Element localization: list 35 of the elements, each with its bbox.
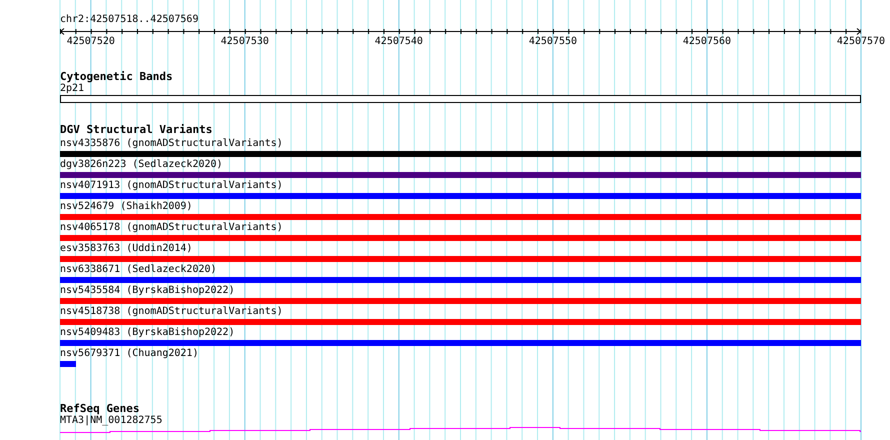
gene-model-drawing[interactable] — [60, 427, 861, 433]
gene-label: MTA3|NM_001282755 — [60, 415, 164, 426]
variant-bar[interactable] — [60, 235, 861, 241]
variant-bar[interactable] — [60, 340, 861, 346]
track-title: DGV Structural Variants — [60, 124, 214, 136]
variant-label: nsv5409483 (ByrskaBishop2022) — [60, 327, 236, 338]
ruler-tick-label: 42507540 — [374, 36, 423, 48]
track-title: Cytogenetic Bands — [60, 71, 174, 83]
variant-bar[interactable] — [60, 361, 76, 367]
variant-label: nsv4518738 (gnomADStructuralVariants) — [60, 306, 284, 317]
variant-label: nsv524679 (Shaikh2009) — [60, 201, 194, 212]
ruler-tick-label: 42507530 — [220, 36, 269, 48]
variant-label: dgv3826n223 (Sedlazeck2020) — [60, 159, 224, 170]
variant-label: esv3583763 (Uddin2014) — [60, 243, 194, 254]
variant-bar[interactable] — [60, 277, 861, 283]
variant-bar[interactable] — [60, 172, 861, 178]
variant-bar[interactable] — [60, 256, 861, 262]
band-label: 2p21 — [60, 83, 86, 94]
locus-label: chr2:42507518..42507569 — [60, 14, 200, 26]
variant-bar[interactable] — [60, 319, 861, 325]
variant-label: nsv5435584 (ByrskaBishop2022) — [60, 285, 236, 296]
variant-bar[interactable] — [60, 214, 861, 220]
variant-label: nsv5679371 (Chuang2021) — [60, 348, 200, 359]
ruler-tick-label: 42507550 — [528, 36, 577, 48]
variant-label: nsv4065178 (gnomADStructuralVariants) — [60, 222, 284, 233]
track-title: RefSeq Genes — [60, 403, 140, 415]
ruler-tick-label: 42507570 — [836, 36, 886, 48]
variant-label: nsv4071913 (gnomADStructuralVariants) — [60, 180, 284, 191]
variant-bar[interactable] — [60, 298, 861, 304]
variant-label: nsv6338671 (Sedlazeck2020) — [60, 264, 218, 275]
variant-bar[interactable] — [60, 193, 861, 199]
ruler-tick-label: 42507560 — [682, 36, 732, 48]
variant-bar[interactable] — [60, 151, 861, 157]
variant-label: nsv4335876 (gnomADStructuralVariants) — [60, 138, 284, 149]
ruler-tick-label: 42507520 — [66, 36, 115, 48]
